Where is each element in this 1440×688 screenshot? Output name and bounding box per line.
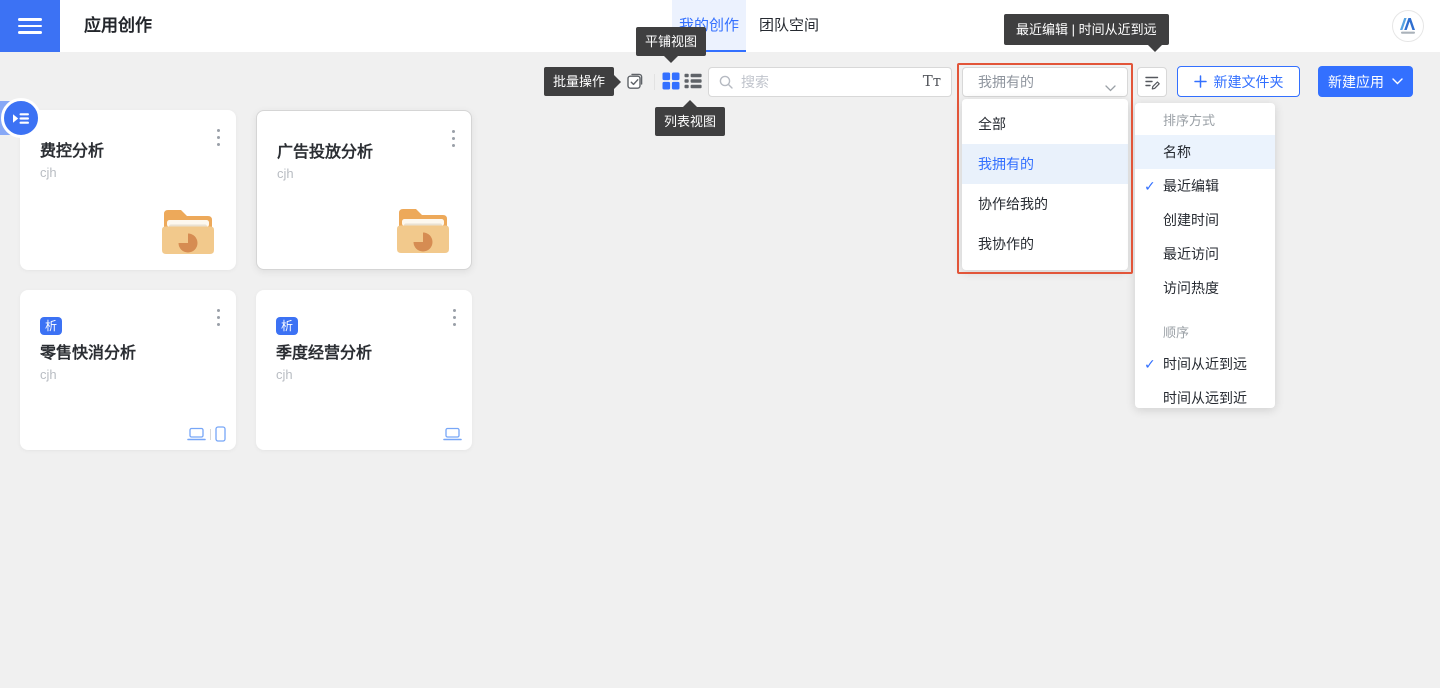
card-title: 费控分析 [40, 137, 104, 161]
plus-icon [1194, 75, 1207, 88]
sort-dropdown: 排序方式 名称 ✓ 最近编辑 创建时间 最近访问 访问热度 顺序 ✓ 时间从近到… [1135, 103, 1275, 408]
search-input[interactable] [741, 68, 911, 96]
sort-button[interactable] [1137, 67, 1167, 97]
owner-filter-value: 我拥有的 [978, 68, 1034, 96]
sort-menu-gap [1135, 305, 1275, 319]
tile-view-button[interactable] [661, 71, 681, 91]
card-more-menu-button[interactable] [449, 305, 460, 330]
page-title: 应用创作 [84, 0, 152, 52]
search-box: Tᴛ [708, 67, 952, 97]
list-view-button[interactable] [683, 71, 703, 91]
new-app-label: 新建应用 [1328, 72, 1384, 92]
check-icon: ✓ [1144, 347, 1156, 381]
chevron-down-icon [1105, 79, 1116, 97]
folder-card-expense-analysis[interactable]: 费控分析 cjh [20, 110, 236, 270]
card-more-menu-button[interactable] [213, 125, 224, 150]
filter-option-i-collaborate[interactable]: 我协作的 [962, 224, 1128, 264]
check-icon: ✓ [1144, 169, 1156, 203]
folder-card-ad-delivery-analysis[interactable]: 广告投放分析 cjh [256, 110, 472, 270]
tooltip-arrow [614, 75, 628, 89]
platform-icons [187, 426, 226, 442]
filter-option-owned-by-me[interactable]: 我拥有的 [962, 144, 1128, 184]
new-app-button[interactable]: 新建应用 [1318, 66, 1413, 97]
search-icon [718, 74, 735, 96]
sort-option-name[interactable]: 名称 [1135, 135, 1275, 169]
toolbar-divider [654, 74, 655, 90]
panel-expand-icon [12, 111, 30, 126]
tooltip-batch-operations: 批量操作 [544, 67, 614, 96]
sort-edit-icon [1143, 73, 1161, 91]
tooltip-arrow [1148, 45, 1162, 59]
logo-icon [1395, 13, 1421, 39]
app-card-retail-fmcg-analysis[interactable]: 析 零售快消分析 cjh [20, 290, 236, 450]
card-title: 零售快消分析 [40, 339, 136, 363]
card-title: 广告投放分析 [277, 138, 373, 162]
owner-filter-dropdown: 全部 我拥有的 协作给我的 我协作的 [962, 99, 1128, 270]
chevron-down-icon [1392, 78, 1403, 85]
card-title: 季度经营分析 [276, 339, 372, 363]
desktop-icon [443, 427, 462, 442]
card-owner: cjh [276, 367, 293, 382]
text-search-toggle-icon[interactable]: Tᴛ [923, 72, 941, 90]
tooltip-list-view: 列表视图 [655, 107, 725, 136]
order-option-oldest-first[interactable]: 时间从远到近 [1135, 381, 1275, 415]
sort-option-visit-heat[interactable]: 访问热度 [1135, 271, 1275, 305]
card-more-menu-button[interactable] [448, 126, 459, 151]
folder-icon [395, 204, 451, 257]
app-card-quarterly-operations-analysis[interactable]: 析 季度经营分析 cjh [256, 290, 472, 450]
filter-option-all[interactable]: 全部 [962, 104, 1128, 144]
card-owner: cjh [277, 166, 294, 181]
brand-logo[interactable] [1392, 10, 1424, 42]
hamburger-menu-button[interactable] [0, 0, 60, 52]
filter-option-shared-to-me[interactable]: 协作给我的 [962, 184, 1128, 224]
tooltip-arrow [664, 56, 678, 70]
list-view-icon [684, 72, 702, 90]
new-folder-button[interactable]: 新建文件夹 [1177, 66, 1300, 97]
order-option-newest-first[interactable]: ✓ 时间从近到远 [1135, 347, 1275, 381]
tab-team-space[interactable]: 团队空间 [756, 0, 822, 52]
platform-icons [443, 427, 462, 442]
platform-divider [210, 429, 211, 440]
sort-option-recently-visited[interactable]: 最近访问 [1135, 237, 1275, 271]
card-more-menu-button[interactable] [213, 305, 224, 330]
top-bar: 应用创作 我的创作 团队空间 [0, 0, 1440, 52]
quick-access-button[interactable] [1, 98, 41, 138]
grid-view-icon [662, 72, 680, 90]
desktop-icon [187, 427, 206, 442]
owner-filter-select[interactable]: 我拥有的 [962, 67, 1128, 97]
app-creation-page: 应用创作 我的创作 团队空间 [0, 0, 1440, 688]
sort-option-recently-edited[interactable]: ✓ 最近编辑 [1135, 169, 1275, 203]
hamburger-icon [18, 18, 42, 34]
order-group-header: 顺序 [1135, 319, 1275, 347]
app-type-badge: 析 [276, 317, 298, 335]
folder-icon [160, 205, 216, 258]
tooltip-arrow [683, 93, 697, 107]
mobile-icon [215, 426, 226, 442]
sort-group-header: 排序方式 [1135, 107, 1275, 135]
card-owner: cjh [40, 165, 57, 180]
tooltip-sort-mode: 最近编辑 | 时间从近到远 [1004, 14, 1169, 45]
sort-option-created-time[interactable]: 创建时间 [1135, 203, 1275, 237]
card-owner: cjh [40, 367, 57, 382]
new-folder-label: 新建文件夹 [1214, 72, 1284, 92]
app-type-badge: 析 [40, 317, 62, 335]
tooltip-tile-view: 平铺视图 [636, 27, 706, 56]
